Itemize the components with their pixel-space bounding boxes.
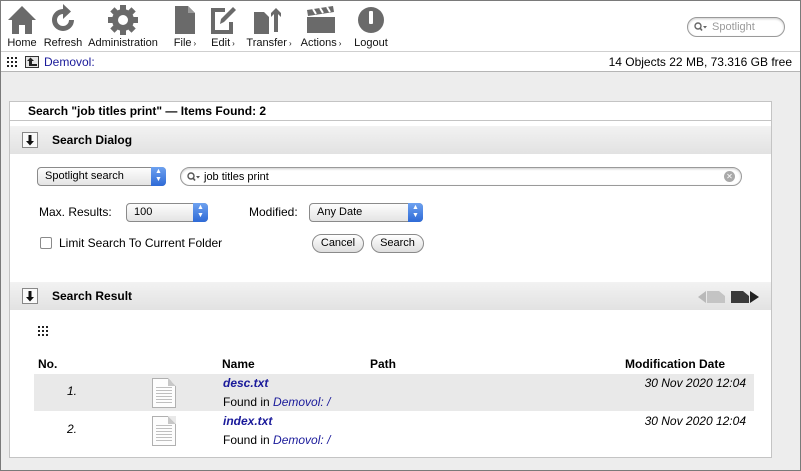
column-header-path[interactable]: Path — [370, 357, 396, 371]
toolbar: Home Refresh Administration File › Edit › … — [1, 1, 800, 51]
row-number: 2. — [67, 422, 78, 436]
search-result-header: Search Result — [10, 282, 771, 310]
home-icon — [5, 3, 39, 37]
edit-icon — [206, 3, 240, 37]
next-page-icon[interactable] — [731, 291, 759, 303]
search-dialog-title: Search Dialog — [52, 133, 133, 147]
text-file-icon[interactable] — [152, 416, 176, 446]
table-row[interactable]: 2. index.txt Found in Demovol: / 30 Nov … — [34, 412, 754, 449]
view-grid-icon[interactable] — [7, 56, 17, 67]
result-pager — [697, 290, 761, 304]
home-button[interactable]: Home — [5, 1, 39, 51]
logout-button[interactable]: Logout — [353, 1, 389, 51]
query-input[interactable]: job titles print ✕ — [180, 167, 742, 186]
modification-date: 30 Nov 2020 12:04 — [644, 376, 746, 390]
edit-label: Edit › — [211, 37, 235, 49]
gear-icon — [106, 3, 140, 37]
previous-page-icon[interactable] — [698, 291, 725, 303]
search-type-select[interactable]: Spotlight search ▲ ▼ — [37, 167, 166, 186]
refresh-button[interactable]: Refresh — [43, 1, 83, 51]
parent-folder-icon[interactable] — [25, 55, 39, 68]
column-header-name[interactable]: Name — [222, 357, 255, 371]
search-result-toggle[interactable] — [22, 288, 38, 304]
actions-menu[interactable]: Actions › — [298, 1, 344, 51]
transfer-menu[interactable]: Transfer › — [244, 1, 294, 51]
found-in: Found in Demovol: / — [223, 433, 331, 447]
file-name-link[interactable]: index.txt — [223, 414, 272, 428]
file-menu[interactable]: File › — [171, 1, 199, 51]
max-results-value: 100 — [134, 206, 153, 218]
power-icon — [354, 3, 388, 37]
max-results-label: Max. Results: — [39, 205, 112, 219]
search-dialog-toggle[interactable] — [22, 132, 38, 148]
limit-search-checkbox[interactable] — [40, 237, 52, 249]
edit-menu[interactable]: Edit › — [208, 1, 238, 51]
row-number: 1. — [67, 384, 78, 398]
found-in-folder-link[interactable]: Demovol: / — [273, 395, 330, 409]
select-stepper-icon: ▲ ▼ — [151, 167, 166, 186]
select-stepper-icon: ▲ ▼ — [408, 203, 423, 222]
logout-label: Logout — [354, 37, 388, 49]
modified-label: Modified: — [249, 205, 298, 219]
clear-icon[interactable]: ✕ — [724, 171, 735, 182]
panel-title: Search "job titles print" — Items Found:… — [10, 102, 771, 121]
search-icon — [187, 171, 200, 181]
table-row[interactable]: 1. desc.txt Found in Demovol: / 30 Nov 2… — [34, 374, 754, 411]
search-type-value: Spotlight search — [45, 170, 124, 182]
arrow-down-icon — [26, 290, 34, 301]
select-stepper-icon: ▲ ▼ — [193, 203, 208, 222]
home-label: Home — [7, 37, 37, 49]
administration-button[interactable]: Administration — [88, 1, 158, 51]
file-name-link[interactable]: desc.txt — [223, 376, 268, 390]
search-dialog-header: Search Dialog — [10, 126, 771, 154]
column-header-modification-date[interactable]: Modification Date — [625, 357, 725, 371]
results-view-grid-icon[interactable] — [38, 326, 48, 336]
refresh-label: Refresh — [43, 37, 83, 49]
path-bar: Demovol: 14 Objects 22 MB, 73.316 GB fre… — [1, 51, 800, 72]
arrow-down-icon — [26, 134, 34, 145]
column-header-no: No. — [38, 357, 58, 371]
spotlight-search-field[interactable]: Spotlight — [687, 17, 785, 37]
spotlight-placeholder: Spotlight — [712, 21, 755, 33]
text-file-icon[interactable] — [152, 378, 176, 408]
refresh-icon — [46, 3, 80, 37]
search-button[interactable]: Search — [371, 234, 424, 253]
actions-label: Actions › — [300, 37, 342, 49]
transfer-label: Transfer › — [246, 37, 292, 49]
found-in-folder-link[interactable]: Demovol: / — [273, 433, 330, 447]
found-in: Found in Demovol: / — [223, 395, 331, 409]
search-result-title: Search Result — [52, 289, 133, 303]
limit-search-label: Limit Search To Current Folder — [59, 236, 223, 250]
transfer-icon — [252, 3, 286, 37]
file-icon — [168, 3, 202, 37]
search-icon — [694, 22, 707, 31]
query-value: job titles print — [204, 170, 269, 183]
modified-value: Any Date — [317, 206, 363, 218]
volume-info: 14 Objects 22 MB, 73.316 GB free — [608, 55, 792, 69]
cancel-button[interactable]: Cancel — [312, 234, 364, 253]
max-results-select[interactable]: 100 ▲ ▼ — [126, 203, 208, 222]
administration-label: Administration — [88, 37, 158, 49]
path-volume-link[interactable]: Demovol: — [44, 55, 95, 69]
clapperboard-icon — [304, 3, 338, 37]
modification-date: 30 Nov 2020 12:04 — [644, 414, 746, 428]
file-label: File › — [173, 37, 197, 49]
modified-select[interactable]: Any Date ▲ ▼ — [309, 203, 423, 222]
